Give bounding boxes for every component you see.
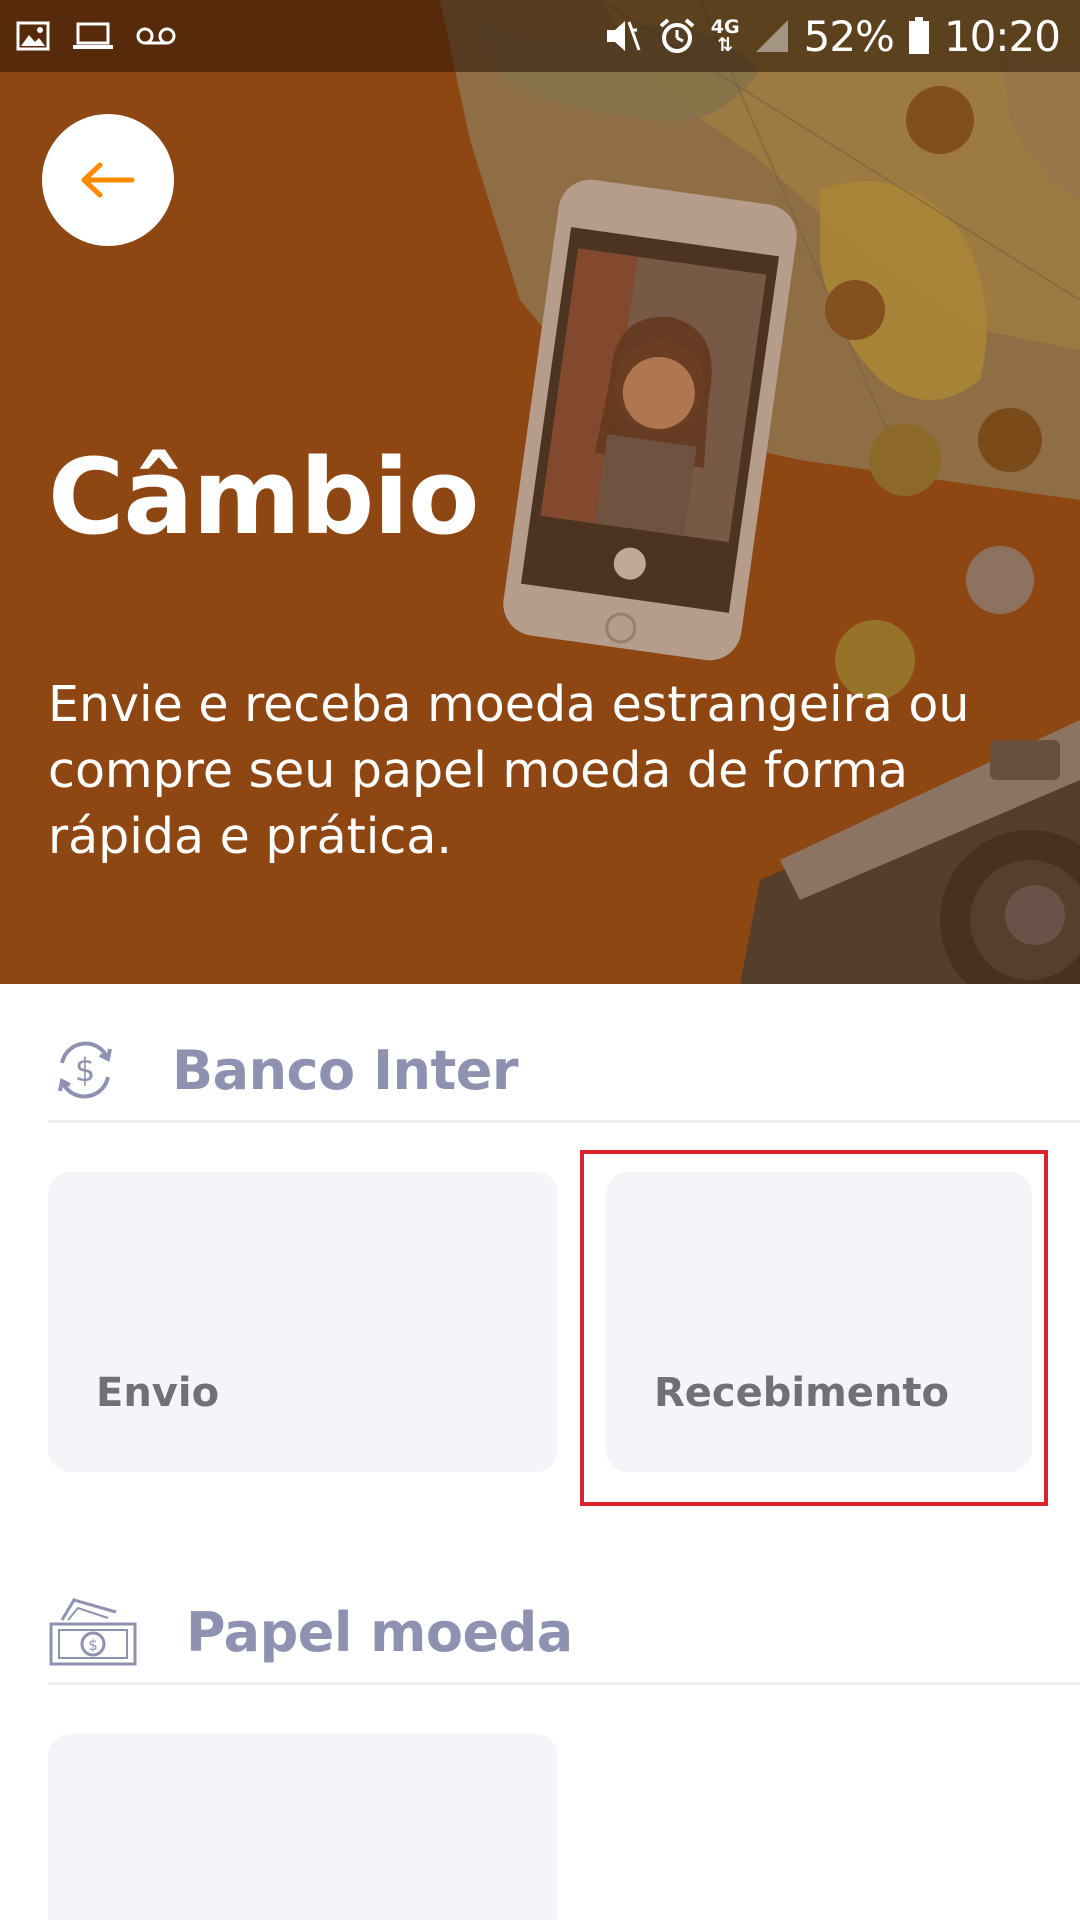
status-system-icons: 4G ⇅ 52% 10:20 (603, 10, 1061, 62)
recebimento-card-label: Recebimento (654, 1370, 949, 1416)
papel-moeda-card[interactable] (48, 1734, 558, 1920)
page-title: Câmbio (48, 436, 479, 558)
envio-card-label: Envio (96, 1370, 220, 1416)
currency-exchange-icon: $ (58, 1041, 112, 1099)
signal-icon (755, 20, 788, 52)
svg-text:$: $ (75, 1051, 95, 1089)
alarm-icon (659, 18, 695, 53)
section-header-papel-moeda: $ Papel moeda (48, 1584, 1080, 1680)
network-4g-icon: 4G ⇅ (711, 18, 740, 56)
cambio-screen: 4G ⇅ 52% 10:20 Câmbio Envie e receba moe… (0, 0, 1080, 1920)
envio-card[interactable]: Envio (48, 1172, 558, 1472)
mute-icon (606, 21, 641, 51)
section-divider (48, 1120, 1080, 1123)
voicemail-icon (136, 27, 176, 45)
status-bar: 4G ⇅ 52% 10:20 (0, 0, 1080, 72)
battery-icon (908, 17, 929, 54)
section-title-papel-moeda: Papel moeda (186, 1600, 573, 1664)
page-subtitle: Envie e receba moeda estrangeira ou comp… (48, 676, 970, 865)
laptop-icon (73, 22, 113, 49)
status-notification-icons (16, 14, 176, 58)
section-divider (48, 1682, 1080, 1685)
section-header-banco-inter: $ Banco Inter (48, 1022, 1080, 1118)
data-arrows: ⇅ (717, 34, 734, 56)
section-title-banco-inter: Banco Inter (172, 1038, 519, 1102)
back-button[interactable] (42, 114, 174, 246)
recebimento-card[interactable]: Recebimento (606, 1172, 1032, 1472)
clock: 10:20 (943, 11, 1061, 61)
gallery-icon (16, 21, 50, 51)
banknotes-icon: $ (49, 1598, 137, 1666)
battery-percentage: 52% (803, 11, 895, 61)
svg-text:$: $ (88, 1636, 98, 1654)
arrow-left-icon (81, 162, 135, 198)
